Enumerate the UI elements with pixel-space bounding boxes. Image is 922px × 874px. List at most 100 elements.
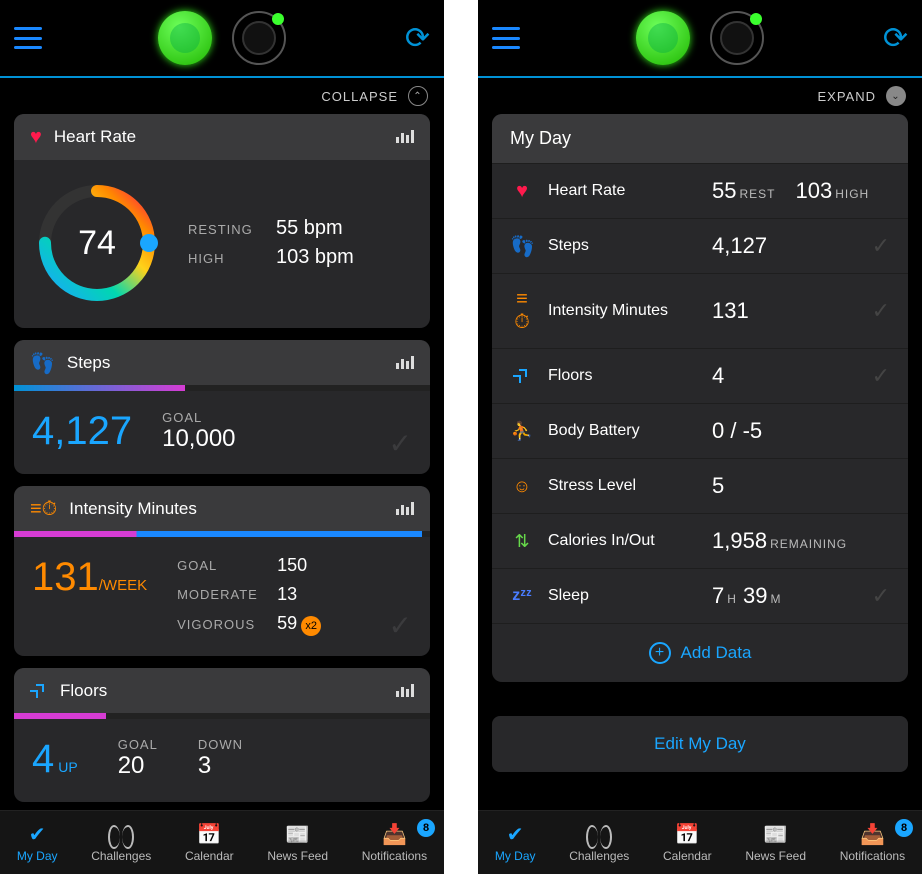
nav-myday[interactable]: ✔My Day xyxy=(17,823,58,863)
profile-avatar[interactable] xyxy=(158,11,212,65)
row-sleep[interactable]: zᶻᶻ Sleep 7H 39M ✓ xyxy=(492,568,908,623)
goal-value: 150 xyxy=(277,555,412,576)
nav-notifications[interactable]: 📥Notifications8 xyxy=(840,823,905,863)
vigorous-value: 59 xyxy=(277,613,297,633)
notification-badge: 8 xyxy=(895,819,913,837)
goal-label: GOAL xyxy=(177,558,277,573)
intensity-icon: ≡⏱ xyxy=(510,288,534,334)
top-bar: ⟳ xyxy=(0,0,444,78)
checkmark-icon: ✓ xyxy=(872,298,890,324)
resting-label: RESTING xyxy=(188,222,276,237)
steps-value: 4,127 xyxy=(32,409,132,454)
steps-icon: 👣 xyxy=(510,234,534,259)
heart-rate-value: 74 xyxy=(32,178,162,308)
expand-toggle[interactable]: EXPAND ⌄ xyxy=(478,78,922,114)
myday-header: My Day xyxy=(492,114,908,163)
bar-chart-icon[interactable] xyxy=(396,684,414,698)
top-bar: ⟳ xyxy=(478,0,922,78)
checkmark-icon: ✓ xyxy=(872,363,890,389)
sync-icon[interactable]: ⟳ xyxy=(883,21,908,56)
nav-calendar[interactable]: 📅Calendar xyxy=(185,823,234,863)
body-battery-icon: ⛹ xyxy=(510,421,534,442)
edit-my-day-button[interactable]: Edit My Day xyxy=(492,716,908,772)
notification-badge: 8 xyxy=(417,819,435,837)
floors-value: 4 xyxy=(32,737,54,781)
floors-icon xyxy=(30,680,48,703)
sync-icon[interactable]: ⟳ xyxy=(405,21,430,56)
card-title: Heart Rate xyxy=(54,127,136,147)
phone-expanded-view: ⟳ COLLAPSE ⌃ ♥ Heart Rate xyxy=(0,0,444,874)
plus-icon: + xyxy=(649,642,671,664)
row-stress[interactable]: ☺ Stress Level 5 xyxy=(492,458,908,513)
vigorous-label: VIGOROUS xyxy=(177,617,277,632)
collapse-label: COLLAPSE xyxy=(321,89,398,104)
bottom-nav: ✔My Day Challenges 📅Calendar 📰News Feed … xyxy=(0,810,444,874)
phone-collapsed-view: ⟳ EXPAND ⌄ My Day ♥ Heart Rate 55REST 10… xyxy=(478,0,922,874)
myday-card: My Day ♥ Heart Rate 55REST 103HIGH 👣 Ste… xyxy=(492,114,908,682)
down-label: DOWN xyxy=(198,737,243,752)
nav-challenges[interactable]: Challenges xyxy=(91,823,151,863)
checkmark-icon: ✓ xyxy=(872,233,890,259)
x2-badge: x2 xyxy=(301,616,321,636)
row-intensity[interactable]: ≡⏱ Intensity Minutes 131 ✓ xyxy=(492,273,908,348)
card-title: Floors xyxy=(60,681,107,701)
row-calories[interactable]: ⇅ Calories In/Out 1,958REMAINING xyxy=(492,513,908,568)
bar-chart-icon[interactable] xyxy=(396,356,414,370)
menu-icon[interactable] xyxy=(14,27,42,49)
bottom-nav: ✔My Day Challenges 📅Calendar 📰News Feed … xyxy=(478,810,922,874)
goal-value: 20 xyxy=(118,752,158,780)
sleep-icon: zᶻᶻ xyxy=(510,587,534,605)
heart-rate-gauge: 74 xyxy=(32,178,162,308)
checkmark-icon: ✓ xyxy=(389,609,412,642)
chevron-up-icon: ⌃ xyxy=(408,86,428,106)
intensity-unit: /WEEK xyxy=(99,577,147,594)
profile-avatar[interactable] xyxy=(636,11,690,65)
floors-unit: UP xyxy=(58,759,77,775)
card-title: Intensity Minutes xyxy=(69,499,197,519)
row-heart-rate[interactable]: ♥ Heart Rate 55REST 103HIGH xyxy=(492,163,908,218)
intensity-card[interactable]: ≡⏱ Intensity Minutes 131/WEEK GOAL 150 M… xyxy=(14,486,430,656)
floors-icon xyxy=(510,365,534,388)
heart-icon: ♥ xyxy=(510,180,534,203)
row-body-battery[interactable]: ⛹ Body Battery 0 / -5 xyxy=(492,403,908,458)
intensity-icon: ≡⏱ xyxy=(30,498,57,521)
device-icon[interactable] xyxy=(232,11,286,65)
cards-scroll[interactable]: ♥ Heart Rate xyxy=(0,114,444,810)
moderate-value: 13 xyxy=(277,584,412,605)
goal-label: GOAL xyxy=(162,410,235,425)
row-floors[interactable]: Floors 4 ✓ xyxy=(492,348,908,403)
heart-icon: ♥ xyxy=(30,126,42,149)
calories-icon: ⇅ xyxy=(510,531,534,552)
goal-label: GOAL xyxy=(118,737,158,752)
heart-rate-card[interactable]: ♥ Heart Rate xyxy=(14,114,430,328)
bar-chart-icon[interactable] xyxy=(396,502,414,516)
menu-icon[interactable] xyxy=(492,27,520,49)
nav-challenges[interactable]: Challenges xyxy=(569,823,629,863)
stress-icon: ☺ xyxy=(510,476,534,497)
steps-card[interactable]: 👣 Steps 4,127 GOAL 10,000 ✓ xyxy=(14,340,430,474)
checkmark-icon: ✓ xyxy=(872,583,890,609)
nav-myday[interactable]: ✔My Day xyxy=(495,823,536,863)
bar-chart-icon[interactable] xyxy=(396,130,414,144)
intensity-value: 131 xyxy=(32,555,99,599)
moderate-label: MODERATE xyxy=(177,587,277,602)
nav-newsfeed[interactable]: 📰News Feed xyxy=(745,823,806,863)
card-title: Steps xyxy=(67,353,110,373)
expand-label: EXPAND xyxy=(818,89,877,104)
checkmark-icon: ✓ xyxy=(389,427,412,460)
high-value: 103 bpm xyxy=(276,246,354,268)
goal-value: 10,000 xyxy=(162,425,235,453)
device-icon[interactable] xyxy=(710,11,764,65)
resting-value: 55 bpm xyxy=(276,217,343,239)
nav-notifications[interactable]: 📥Notifications8 xyxy=(362,823,427,863)
floors-card[interactable]: Floors 4UP GOAL 20 DOWN 3 xyxy=(14,668,430,802)
collapse-toggle[interactable]: COLLAPSE ⌃ xyxy=(0,78,444,114)
nav-calendar[interactable]: 📅Calendar xyxy=(663,823,712,863)
steps-icon: 👣 xyxy=(30,351,55,376)
nav-newsfeed[interactable]: 📰News Feed xyxy=(267,823,328,863)
high-label: HIGH xyxy=(188,251,276,266)
down-value: 3 xyxy=(198,752,243,780)
row-steps[interactable]: 👣 Steps 4,127 ✓ xyxy=(492,218,908,273)
chevron-down-icon: ⌄ xyxy=(886,86,906,106)
add-data-button[interactable]: + Add Data xyxy=(492,623,908,682)
